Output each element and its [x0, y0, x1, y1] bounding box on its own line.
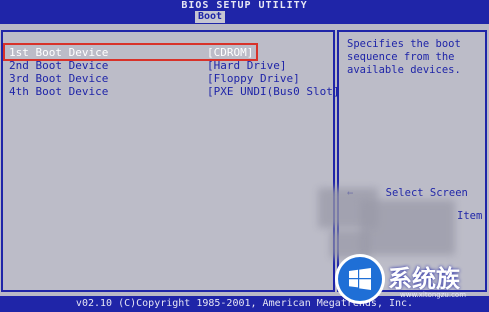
key-hint-item: Item [457, 210, 482, 223]
watermark-text: 系统族 [388, 264, 460, 293]
pixelation-overlay [360, 200, 455, 255]
boot-device-label: 3rd Boot Device [9, 72, 109, 85]
windows-logo-icon [338, 257, 382, 301]
key-hint-label: Item [457, 210, 483, 222]
boot-settings-panel: 1st Boot Device [CDROM] 2nd Boot Device … [1, 30, 339, 292]
boot-device-value[interactable]: [Floppy Drive] [207, 72, 300, 85]
watermark-url: www.xitongzu.com [400, 291, 467, 299]
utility-title: BIOS SETUP UTILITY [181, 0, 308, 11]
title-bar: BIOS SETUP UTILITY Boot [0, 0, 489, 24]
boot-device-value[interactable]: [PXE UNDI(Bus0 Slot] [207, 85, 339, 98]
tab-boot[interactable]: Boot [195, 11, 226, 23]
boot-device-row-4[interactable]: 4th Boot Device [PXE UNDI(Bus0 Slot] [9, 85, 339, 98]
help-description: Specifies the boot sequence from the ava… [347, 38, 461, 76]
boot-device-row-3[interactable]: 3rd Boot Device [Floppy Drive] [9, 72, 335, 85]
key-hint-label: Select Screen [385, 187, 468, 199]
selection-highlight [3, 43, 258, 61]
boot-device-label: 4th Boot Device [9, 85, 109, 98]
